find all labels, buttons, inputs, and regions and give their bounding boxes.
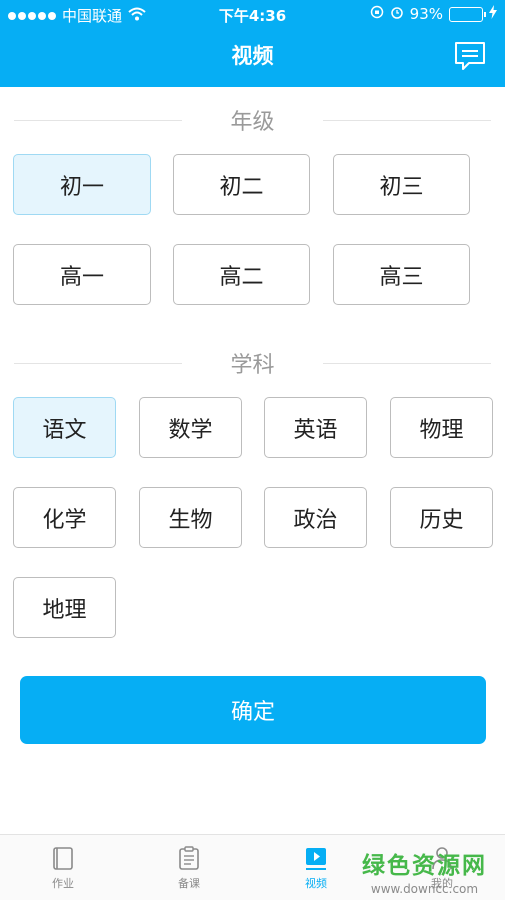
divider (323, 363, 491, 364)
message-icon[interactable] (453, 40, 487, 72)
grade-option[interactable]: 高一 (13, 244, 151, 305)
confirm-button[interactable]: 确定 (20, 676, 486, 744)
battery-icon (449, 6, 486, 22)
tab-lesson-prep[interactable]: 备课 (139, 845, 239, 891)
subject-section-header: 学科 (0, 346, 505, 380)
play-icon (306, 848, 326, 870)
top-header: 中国联通 下午4:36 93% 视频 (0, 0, 505, 87)
subject-option[interactable]: 生物 (139, 487, 242, 548)
divider (14, 120, 182, 121)
subject-option[interactable]: 政治 (264, 487, 367, 548)
charging-icon (489, 5, 497, 23)
grade-option[interactable]: 初三 (333, 154, 470, 215)
subject-option[interactable]: 地理 (13, 577, 116, 638)
grade-option[interactable]: 初一 (13, 154, 151, 215)
grade-option[interactable]: 高三 (333, 244, 470, 305)
page-title: 视频 (231, 44, 274, 68)
alarm-icon (390, 5, 404, 23)
watermark-url: www.downcc.com (370, 882, 479, 896)
rotation-lock-icon (370, 5, 384, 23)
subject-option[interactable]: 历史 (390, 487, 493, 548)
status-bar: 中国联通 下午4:36 93% (0, 0, 505, 28)
book-icon (53, 847, 73, 870)
subject-option[interactable]: 英语 (264, 397, 367, 458)
grade-section-header: 年级 (0, 103, 505, 137)
subject-option[interactable]: 化学 (13, 487, 116, 548)
battery-percent: 93% (409, 5, 443, 23)
divider (323, 120, 491, 121)
tab-label: 视频 (305, 877, 327, 890)
grade-option[interactable]: 高二 (173, 244, 310, 305)
clipboard-icon (179, 846, 199, 870)
tab-label: 作业 (52, 877, 74, 890)
divider (14, 363, 182, 364)
subject-option[interactable]: 语文 (13, 397, 116, 458)
tab-label: 备课 (178, 877, 200, 890)
tab-homework[interactable]: 作业 (13, 845, 113, 891)
tab-video[interactable]: 视频 (266, 845, 366, 891)
grade-option[interactable]: 初二 (173, 154, 310, 215)
watermark-name: 绿色资源网 (362, 853, 487, 879)
watermark: 绿色资源网 www.downcc.com (362, 846, 487, 896)
subject-option[interactable]: 物理 (390, 397, 493, 458)
grade-section-title: 年级 (222, 104, 283, 136)
subject-section-title: 学科 (222, 347, 283, 379)
status-right: 93% (370, 5, 497, 23)
subject-option[interactable]: 数学 (139, 397, 242, 458)
